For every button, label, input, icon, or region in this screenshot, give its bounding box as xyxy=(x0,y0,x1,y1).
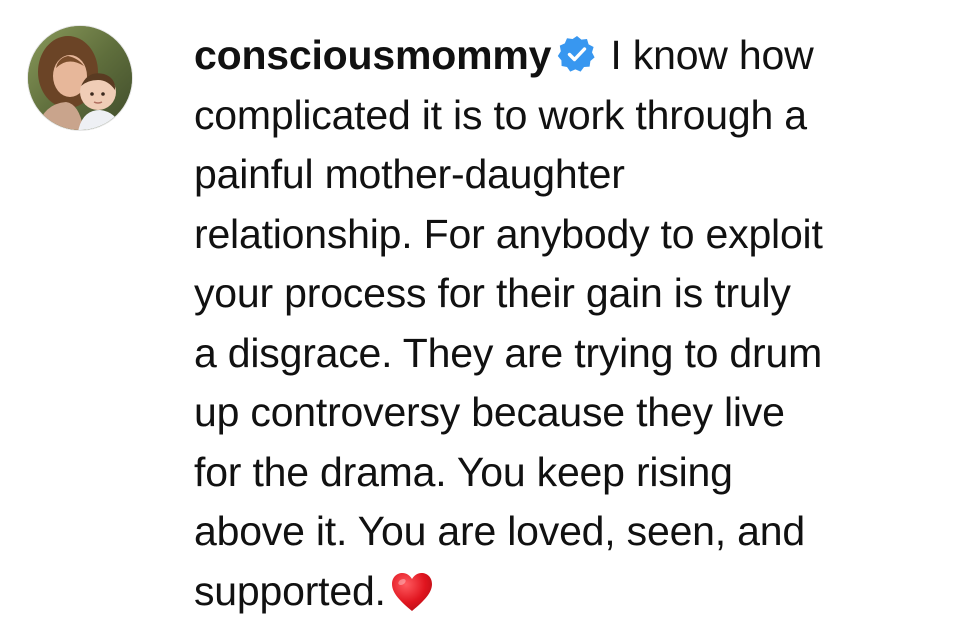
red-heart-icon xyxy=(390,570,434,612)
comment-line: supported. xyxy=(194,562,954,622)
comment-line: complicated it is to work through a xyxy=(194,91,807,138)
avatar-photo xyxy=(28,26,132,130)
comment-line: a disgrace. They are trying to drum xyxy=(194,329,823,376)
verified-badge-icon xyxy=(557,31,597,72)
comment-line: your process for their gain is truly xyxy=(194,270,791,316)
avatar[interactable] xyxy=(27,25,133,131)
comment-line: above it. You are loved, seen, and xyxy=(194,508,805,554)
comment-line: up controversy because they live xyxy=(194,389,785,435)
comment-line: painful mother-daughter xyxy=(194,151,625,197)
comment-line: relationship. For anybody to exploit xyxy=(194,210,823,257)
username[interactable]: consciousmommy xyxy=(194,32,551,78)
comment-line: consciousmommy I know how xyxy=(194,31,814,78)
comment-text: consciousmommy I know how complicated it… xyxy=(194,26,954,621)
comment-line: for the drama. You keep rising xyxy=(194,448,733,495)
comment: consciousmommy I know how complicated it… xyxy=(0,0,980,640)
